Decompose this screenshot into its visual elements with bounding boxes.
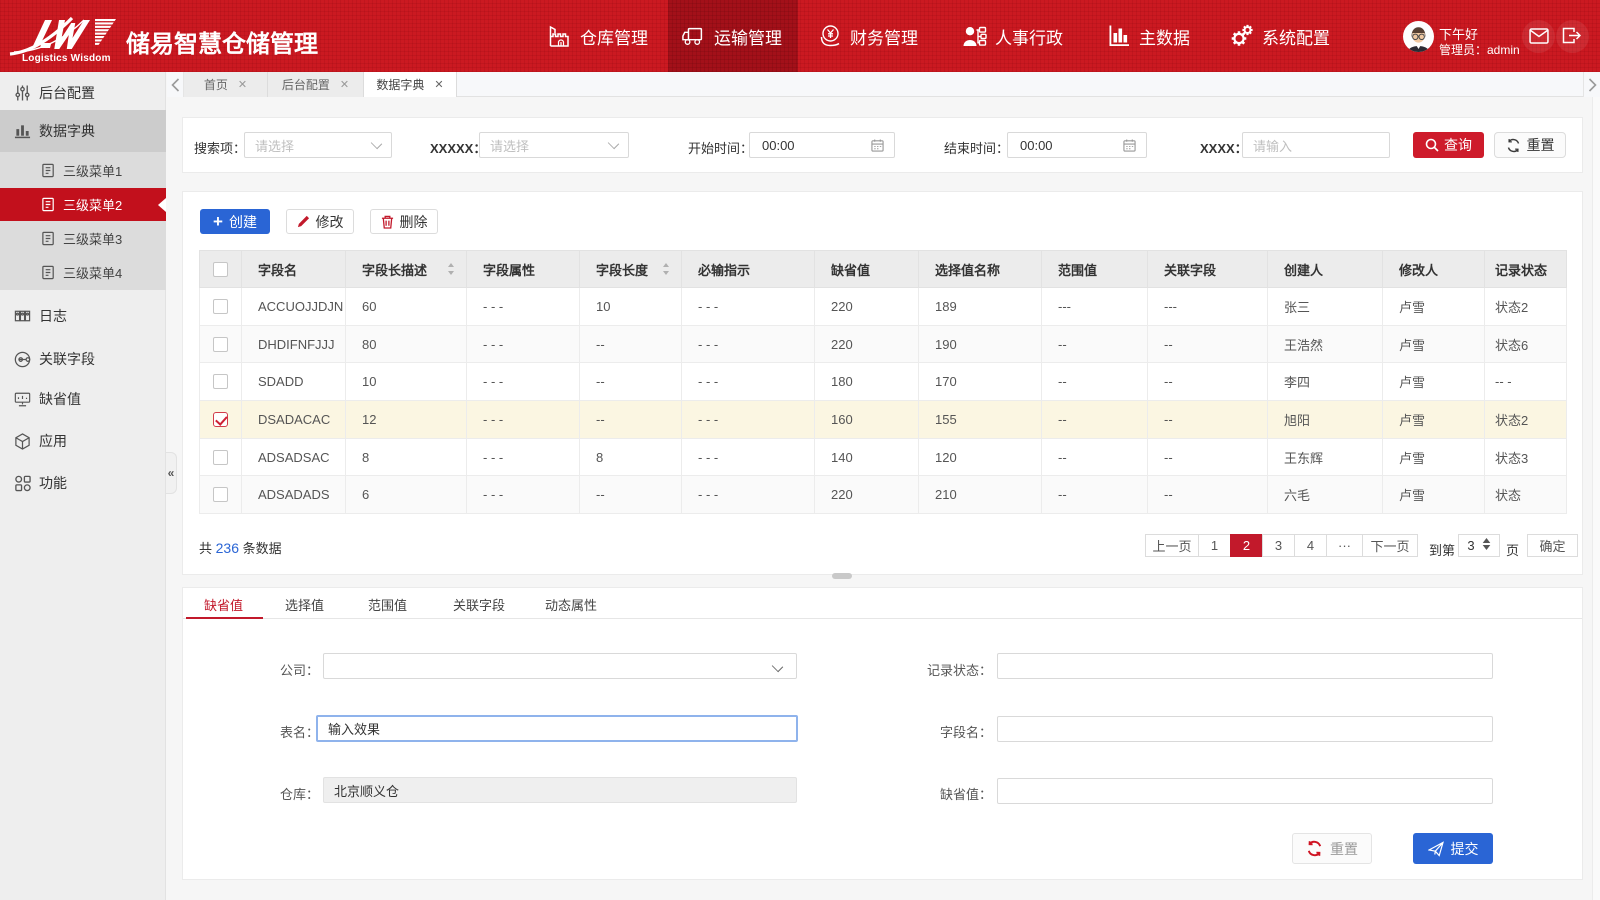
svg-text:Logistics Wisdom: Logistics Wisdom: [22, 53, 111, 64]
